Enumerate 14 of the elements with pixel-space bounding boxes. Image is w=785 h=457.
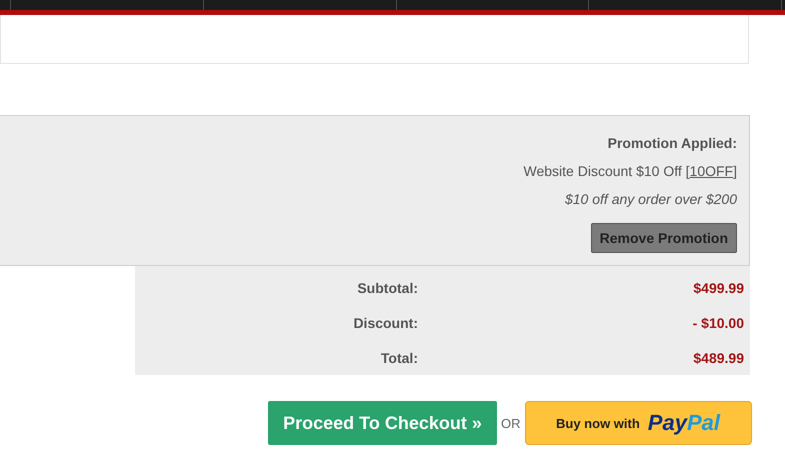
total-value: $489.99	[692, 350, 745, 366]
total-label: Discount:	[352, 315, 418, 331]
total-value: - $10.00	[692, 315, 745, 331]
remove-promotion-button[interactable]: Remove Promotion	[590, 223, 737, 253]
total-value: $499.99	[692, 280, 745, 296]
paypal-button[interactable]: Buy now with PayPal	[524, 401, 752, 445]
checkout-button[interactable]: Proceed To Checkout »	[268, 401, 497, 445]
promotion-name: Website Discount $10 Off [10OFF]	[524, 162, 737, 181]
or-separator: OR	[501, 416, 520, 430]
total-label: Subtotal:	[356, 280, 418, 296]
total-label: Total:	[380, 350, 418, 366]
promo-code-link[interactable]: 10OFF	[690, 163, 734, 179]
promotion-heading: Promotion Applied:	[608, 134, 737, 153]
promotion-description: $10 off any order over $200	[564, 190, 737, 209]
